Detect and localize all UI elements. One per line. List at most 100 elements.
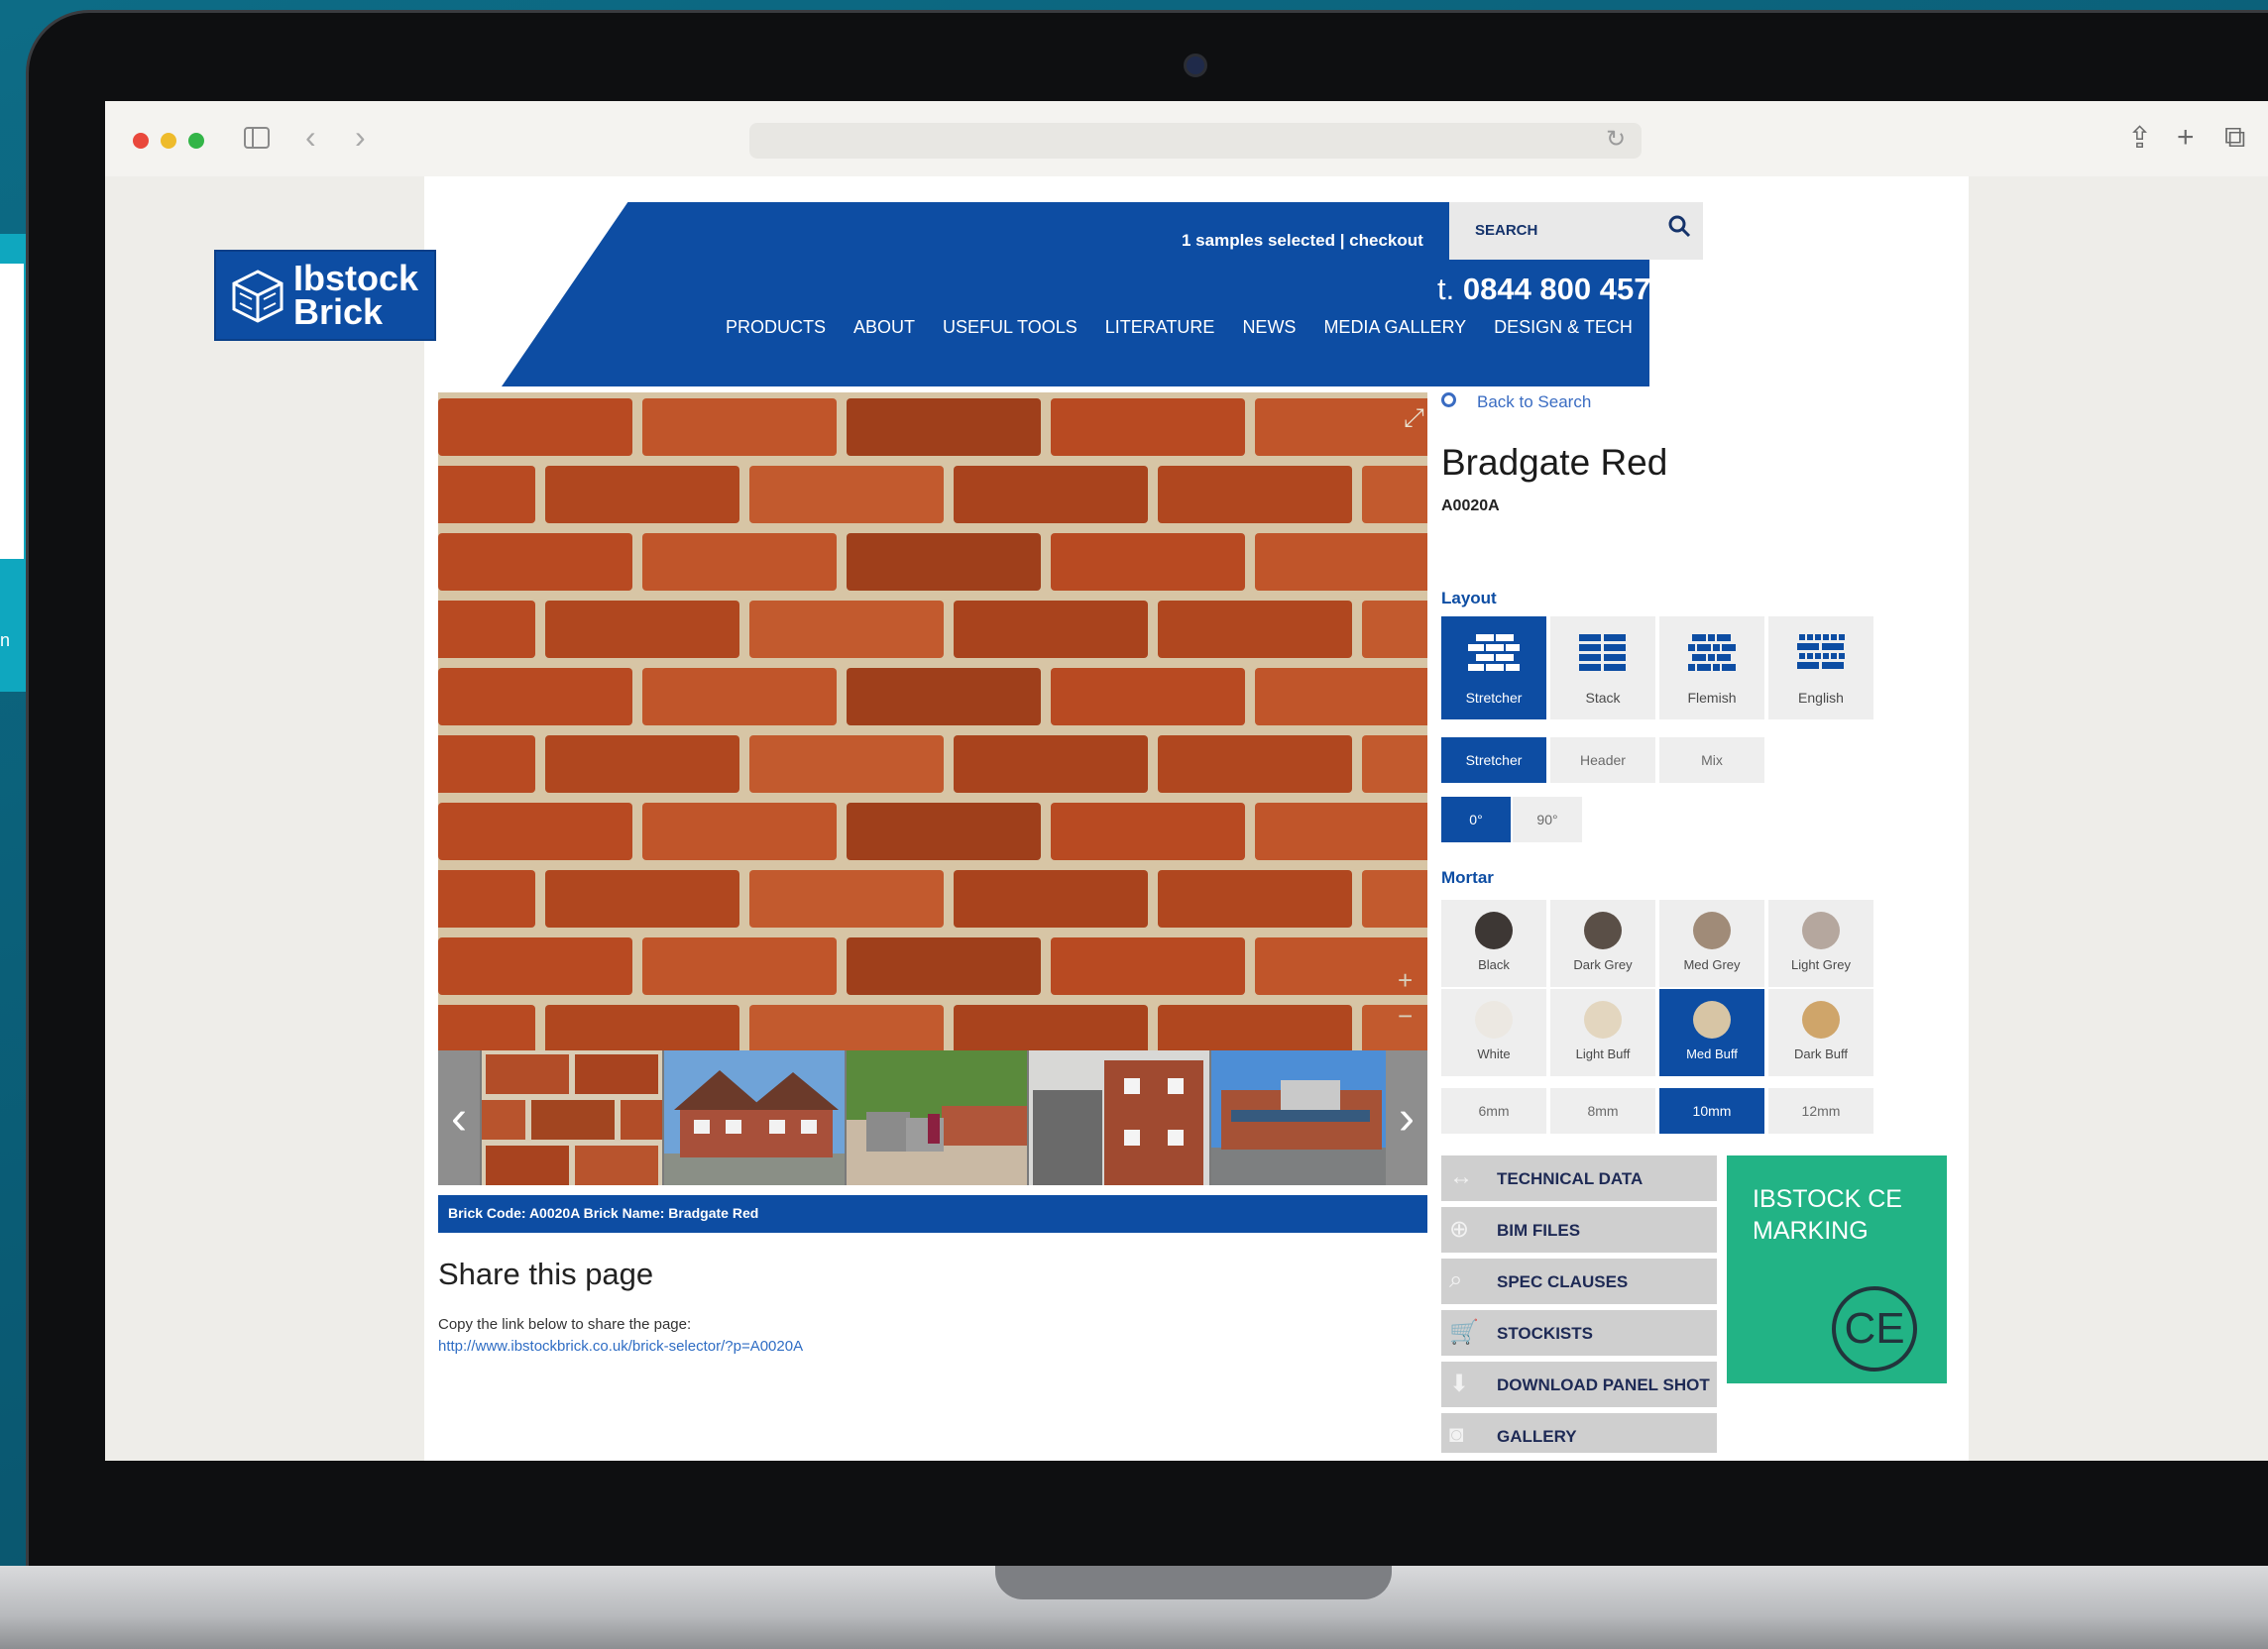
brick [954,1005,1148,1050]
mortar-dark-buff-option[interactable]: Dark Buff [1768,989,1873,1076]
back-button[interactable]: ‹ [305,119,316,156]
brick-wall-preview[interactable]: ⤢ + − [438,392,1427,1050]
brick [1255,533,1427,591]
thumbnail-brick-closeup[interactable] [482,1050,662,1185]
nav-contact[interactable]: CONTACT [1660,317,1746,338]
brick [1158,735,1352,793]
thumbnail-houses[interactable] [664,1050,845,1185]
mortar-med-grey-option[interactable]: Med Grey [1659,900,1764,987]
nav-useful-tools[interactable]: USEFUL TOOLS [943,317,1077,338]
bond-mix-button[interactable]: Mix [1659,737,1764,783]
thumbnail-school[interactable] [1211,1050,1392,1185]
address-bar[interactable] [749,123,1642,159]
layout-option-label: Flemish [1687,690,1737,706]
site-logo[interactable]: Ibstock Brick [214,250,436,341]
forward-button[interactable]: › [355,119,366,156]
brick [438,803,632,860]
thumbnail-next-button[interactable]: › [1386,1050,1427,1185]
mortar-swatch [1584,912,1622,949]
brick [847,398,1041,456]
close-window-button[interactable] [133,133,149,149]
mortar-option-label: Dark Buff [1794,1046,1848,1061]
thumbnail-patio[interactable] [847,1050,1027,1185]
zoom-out-icon[interactable]: − [1398,1001,1413,1032]
technical-data-button[interactable]: ↔ TECHNICAL DATA [1441,1155,1717,1201]
share-icon[interactable]: ⇪ [2127,121,2152,156]
thumbnail-prev-button[interactable]: ‹ [438,1050,480,1185]
brick [1362,735,1427,793]
browser-toolbar: ‹ › ↻ ⇪ + ⧉ [105,101,2268,176]
angle-90-button[interactable]: 90° [1513,797,1582,842]
brick-info-bar: Brick Code: A0020A Brick Name: Bradgate … [438,1195,1427,1233]
joint-12mm-button[interactable]: 12mm [1768,1088,1873,1134]
bond-stretcher-button[interactable]: Stretcher [1441,737,1546,783]
action-label: GALLERY [1497,1427,1577,1446]
mortar-swatch [1693,1001,1731,1039]
layout-stack-option[interactable]: Stack [1550,616,1655,719]
stockists-button[interactable]: 🛒 STOCKISTS [1441,1310,1717,1356]
zoom-in-icon[interactable]: + [1398,965,1413,996]
brick [847,533,1041,591]
mortar-light-grey-option[interactable]: Light Grey [1768,900,1873,987]
bond-header-button[interactable]: Header [1550,737,1655,783]
brick [1255,668,1427,725]
layout-flemish-option[interactable]: Flemish [1659,616,1764,719]
brick [1051,803,1245,860]
side-card-panel [0,264,24,559]
thumbnail-office-building[interactable] [1029,1050,1209,1185]
layout-stretcher-option[interactable]: Stretcher [1441,616,1546,719]
samples-checkout-link[interactable]: 1 samples selected | checkout [1182,231,1423,251]
mortar-black-option[interactable]: Black [1441,900,1546,987]
brick [1255,803,1427,860]
mortar-dark-grey-option[interactable]: Dark Grey [1550,900,1655,987]
nav-literature[interactable]: LITERATURE [1105,317,1215,338]
brick [1362,1005,1427,1050]
ce-title-line-1: IBSTOCK CE [1753,1185,1902,1213]
search-input[interactable]: SEARCH [1449,202,1703,260]
layout-english-option[interactable]: English [1768,616,1873,719]
tabs-overview-icon[interactable]: ⧉ [2224,121,2245,155]
angle-0-button[interactable]: 0° [1441,797,1511,842]
mortar-light-buff-option[interactable]: Light Buff [1550,989,1655,1076]
brick [438,466,535,523]
brick [438,398,632,456]
gallery-button[interactable]: ◙ GALLERY [1441,1413,1717,1453]
mortar-swatch [1475,912,1513,949]
download-panel-shot-button[interactable]: ⬇ DOWNLOAD PANEL SHOT [1441,1362,1717,1407]
reload-icon[interactable]: ↻ [1606,125,1626,154]
joint-8mm-button[interactable]: 8mm [1550,1088,1655,1134]
action-label: BIM FILES [1497,1221,1581,1240]
brick [749,1005,944,1050]
search-icon[interactable] [1667,214,1693,240]
ce-marking-panel[interactable]: IBSTOCK CE MARKING CE [1727,1155,1947,1383]
mortar-med-buff-option[interactable]: Med Buff [1659,989,1764,1076]
joint-6mm-button[interactable]: 6mm [1441,1088,1546,1134]
mortar-option-label: Med Buff [1686,1046,1738,1061]
search-placeholder: SEARCH [1475,222,1538,239]
bim-files-button[interactable]: ⊕ BIM FILES [1441,1207,1717,1253]
brick [438,1005,535,1050]
back-to-search-link[interactable]: Back to Search [1477,392,1591,412]
mortar-white-option[interactable]: White [1441,989,1546,1076]
brick [1158,1005,1352,1050]
logo-line-1: Ibstock [293,258,419,298]
nav-design-tech[interactable]: DESIGN & TECH [1494,317,1633,338]
share-link[interactable]: http://www.ibstockbrick.co.uk/brick-sele… [438,1338,803,1355]
brick [847,803,1041,860]
nav-media-gallery[interactable]: MEDIA GALLERY [1323,317,1466,338]
back-circle-icon[interactable] [1441,392,1456,407]
expand-icon[interactable]: ⤢ [1404,402,1424,434]
phone-prefix: t. [1437,272,1463,306]
brick [954,601,1148,658]
spec-clauses-button[interactable]: ⌕ SPEC CLAUSES [1441,1259,1717,1304]
minimize-window-button[interactable] [161,133,176,149]
sidebar-toggle-icon[interactable] [244,127,270,149]
new-tab-icon[interactable]: + [2177,121,2195,155]
nav-news[interactable]: NEWS [1242,317,1296,338]
joint-10mm-button[interactable]: 10mm [1659,1088,1764,1134]
maximize-window-button[interactable] [188,133,204,149]
nav-products[interactable]: PRODUCTS [726,317,826,338]
nav-about[interactable]: ABOUT [853,317,915,338]
mortar-swatch [1693,912,1731,949]
mortar-label: Mortar [1441,868,1494,887]
